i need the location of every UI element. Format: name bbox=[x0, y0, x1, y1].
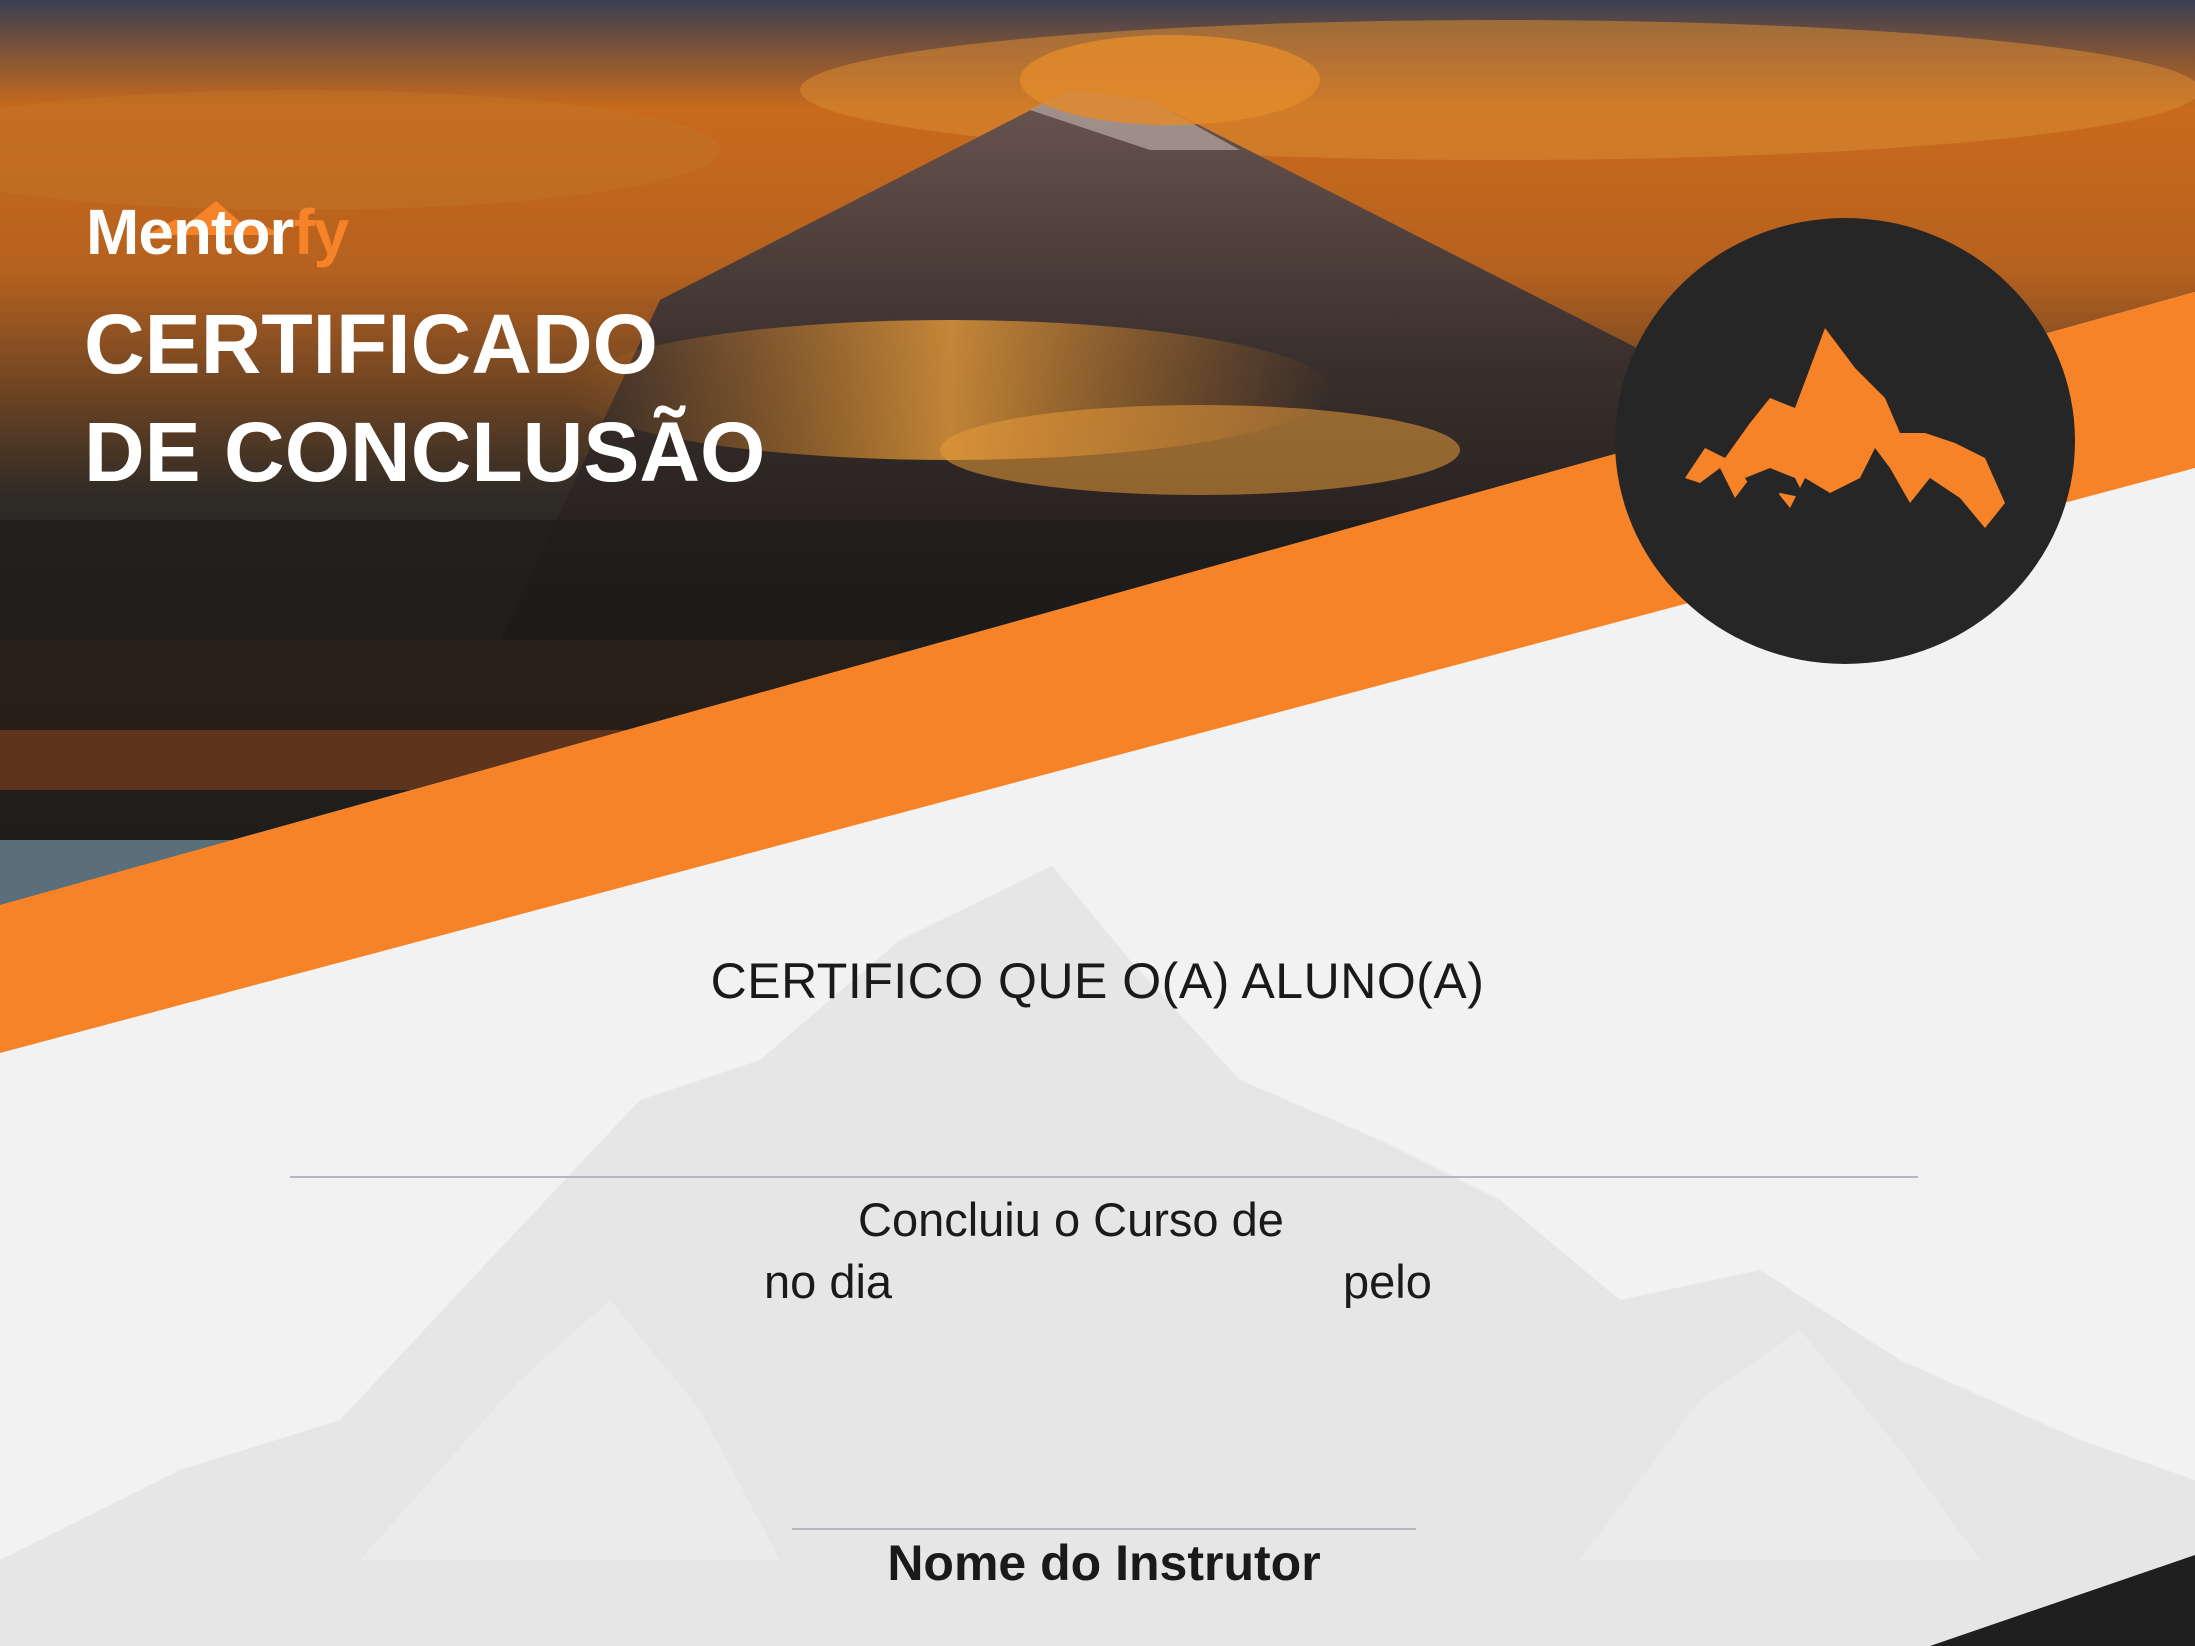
certificate-title: CERTIFICADO DE CONCLUSÃO bbox=[84, 290, 765, 506]
mountain-icon bbox=[1685, 328, 2005, 528]
course-text: Concluiu o Curso de bbox=[858, 1193, 1284, 1246]
title-line-1: CERTIFICADO bbox=[84, 297, 658, 391]
brand-name: Mentorfy bbox=[86, 196, 349, 268]
signature-line bbox=[792, 1528, 1416, 1530]
date-text: no dia bbox=[764, 1255, 893, 1308]
student-name-line bbox=[290, 1176, 1918, 1178]
certificate-page: Mentorfy CERTIFICADO DE CONCLUSÃO CERTIF… bbox=[0, 0, 2195, 1646]
mountain-badge bbox=[1615, 218, 2075, 664]
by-text: pelo bbox=[1343, 1255, 1432, 1308]
certificate-statement: CERTIFICO QUE O(A) ALUNO(A) bbox=[710, 953, 1485, 1009]
instructor-name: Nome do Instrutor bbox=[887, 1535, 1321, 1591]
title-line-2: DE CONCLUSÃO bbox=[84, 405, 766, 499]
